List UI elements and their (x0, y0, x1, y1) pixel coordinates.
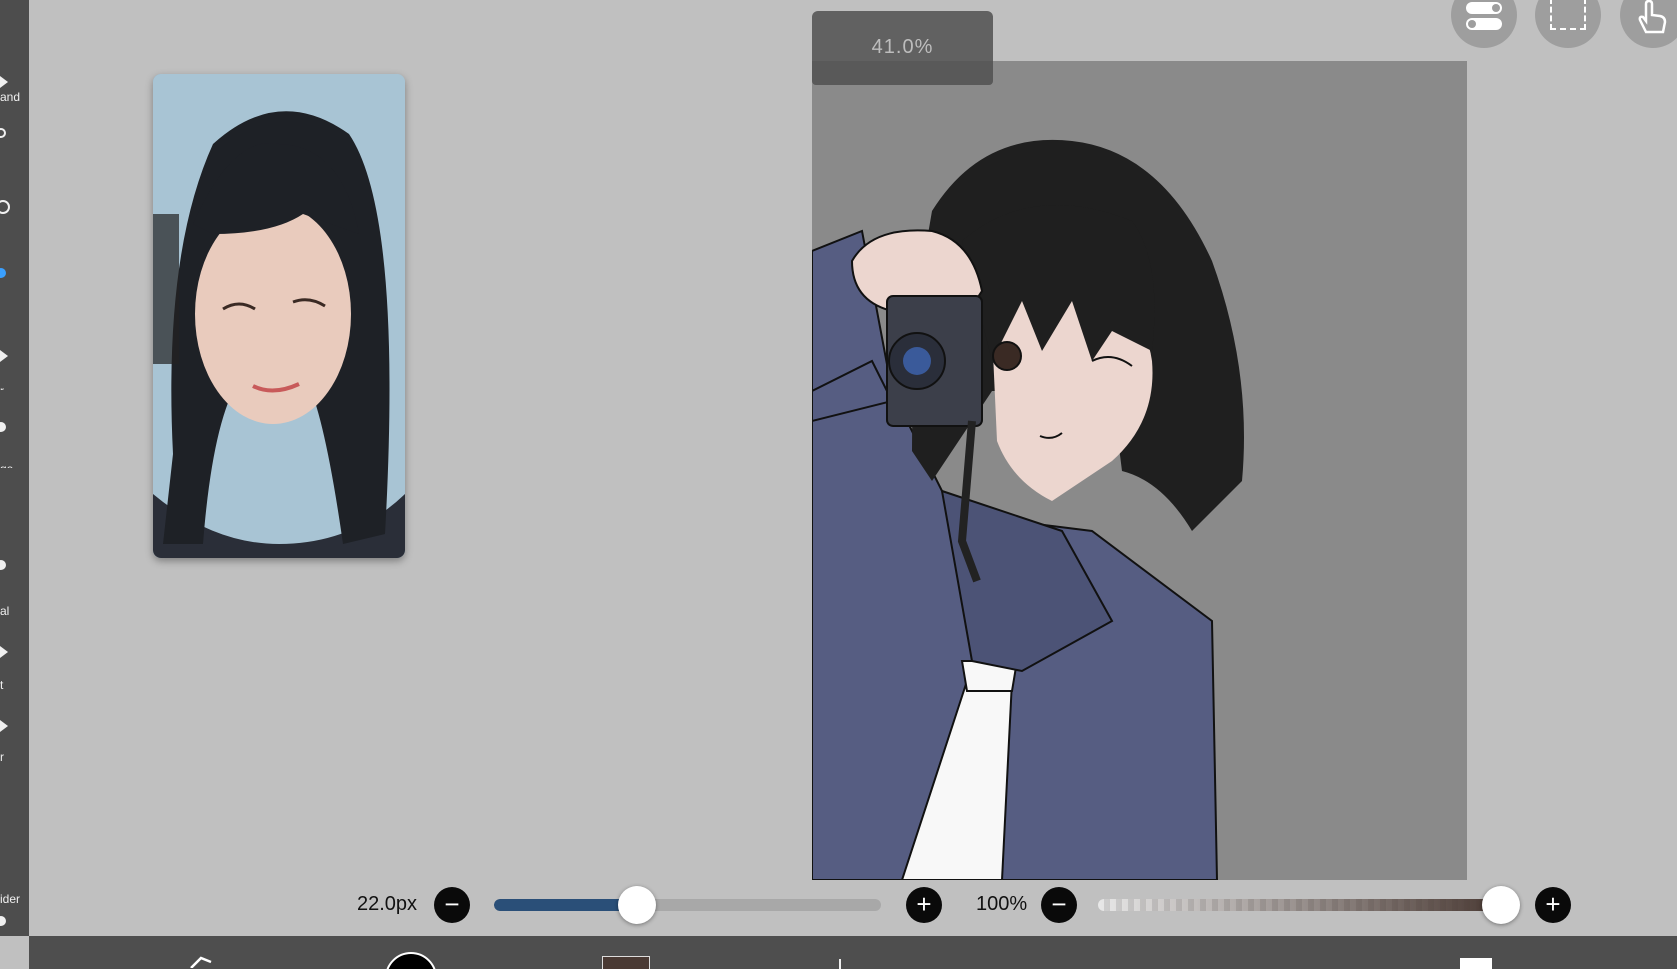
drawing-canvas[interactable] (812, 61, 1467, 880)
tool-frame-divider-label: r (0, 750, 4, 764)
tool-strip: rm and r ge al t r ider (0, 0, 29, 936)
tool-smudge[interactable]: ge (0, 422, 29, 468)
minus-icon: − (1051, 889, 1067, 919)
tool-text-label: t (0, 678, 4, 692)
brush-size-value: 22.0px (357, 893, 418, 915)
eyedropper-icon (0, 916, 6, 926)
tool-magic-wand[interactable]: and (0, 76, 29, 112)
selection-icon (1550, 0, 1586, 30)
secondary-color-swatch[interactable] (602, 956, 650, 969)
tool-frame-divider[interactable]: r (0, 720, 29, 780)
primary-color-swatch[interactable] (385, 952, 437, 969)
brush-icon (0, 268, 6, 278)
tool-text[interactable]: t (0, 646, 29, 692)
toggle-settings-button[interactable] (1451, 0, 1517, 48)
layers-icon[interactable] (1460, 958, 1492, 969)
reference-photo (153, 74, 405, 558)
undo-icon[interactable] (187, 954, 217, 968)
text-icon (0, 646, 8, 658)
eraser-icon (0, 350, 8, 362)
zoom-value: 41.0% (871, 36, 934, 58)
plus-icon: + (916, 889, 932, 919)
smudge-icon (0, 422, 6, 432)
tool-magic-wand-label: and (0, 90, 21, 104)
brush-size-decrease-button[interactable]: − (434, 887, 470, 923)
tool-smudge-label: ge (0, 462, 13, 468)
opacity-value: 100% (976, 893, 1028, 915)
hand-icon (1638, 0, 1667, 34)
right-arrow-icon[interactable]: › (1269, 964, 1274, 969)
toolbar-divider (839, 959, 841, 969)
tool-eyedropper[interactable]: ider (0, 890, 29, 930)
canvas-artwork (812, 61, 1467, 880)
tool-eyedropper-label: ider (0, 892, 21, 906)
tool-bucket[interactable]: al (0, 560, 29, 620)
opacity-slider[interactable] (1098, 899, 1501, 911)
filter-icon (0, 200, 10, 214)
brush-size-increase-button[interactable]: + (906, 887, 942, 923)
reference-window[interactable] (153, 74, 405, 558)
opacity-thumb[interactable] (1482, 886, 1520, 924)
brush-size-fill (494, 899, 638, 911)
plus-icon: + (1545, 889, 1561, 919)
tool-eraser[interactable]: r (0, 350, 29, 390)
tool-eraser-label: r (0, 384, 4, 390)
bucket-icon (0, 560, 6, 570)
bottom-toolbar: ‹ › (29, 936, 1677, 969)
magic-wand-icon (0, 76, 8, 88)
frame-divider-icon (0, 720, 8, 732)
selection-button[interactable] (1535, 0, 1601, 48)
opacity-increase-button[interactable]: + (1535, 887, 1571, 923)
opacity-decrease-button[interactable]: − (1041, 887, 1077, 923)
tool-lasso[interactable] (0, 128, 29, 148)
minus-icon: − (444, 889, 460, 919)
tool-brush[interactable] (0, 268, 29, 280)
tool-filter[interactable] (0, 200, 29, 224)
lasso-icon (0, 128, 6, 138)
brush-size-slider[interactable] (494, 899, 881, 911)
tool-bucket-label: al (0, 604, 10, 618)
zoom-indicator: 41.0% (812, 11, 993, 85)
brush-size-thumb[interactable] (618, 886, 657, 924)
toggle-icon (1466, 2, 1502, 32)
left-arrow-icon[interactable]: ‹ (1035, 964, 1040, 969)
hand-tool-button[interactable] (1620, 0, 1677, 48)
